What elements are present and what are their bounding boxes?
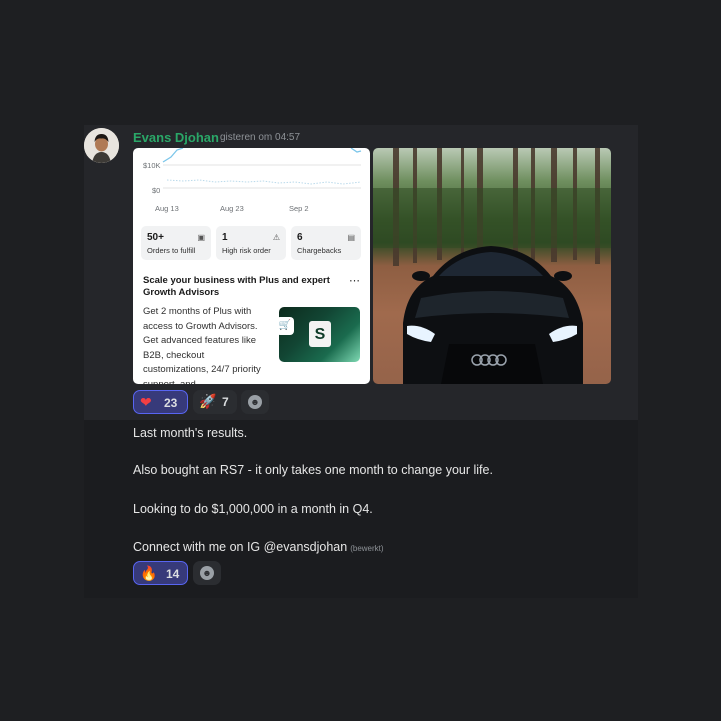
promo-body: Get 2 months of Plus with access to Grow… bbox=[143, 306, 261, 384]
cart-icon: 🛒 bbox=[276, 317, 294, 335]
calendar-icon: ▤ bbox=[347, 233, 355, 242]
comparison-line bbox=[166, 179, 362, 185]
reaction-fire[interactable]: 🔥 14 bbox=[133, 561, 188, 585]
add-reaction-button[interactable]: ☻ bbox=[193, 561, 221, 585]
stat-label: High risk order bbox=[222, 246, 271, 255]
add-reaction-button[interactable]: ☻ bbox=[241, 390, 269, 414]
shopify-bag-icon: S bbox=[309, 321, 331, 347]
x-tick-label: Aug 23 bbox=[220, 204, 244, 213]
edited-label: (bewerkt) bbox=[350, 544, 384, 553]
reaction-rocket[interactable]: 🚀 7 bbox=[193, 390, 237, 414]
stat-value: 6 bbox=[297, 232, 303, 243]
heart-icon: ❤ bbox=[140, 394, 152, 410]
reaction-count: 23 bbox=[164, 396, 178, 410]
sales-line-chart bbox=[162, 148, 362, 189]
reaction-count: 14 bbox=[166, 567, 180, 581]
smiley-icon: ☻ bbox=[200, 566, 214, 580]
message-line: Looking to do $1,000,000 in a month in Q… bbox=[133, 502, 373, 516]
message-timestamp: gisteren om 04:57 bbox=[220, 132, 301, 143]
stat-value: 50+ bbox=[147, 232, 164, 243]
smiley-icon: ☻ bbox=[248, 395, 262, 409]
sales-line-right bbox=[350, 148, 362, 153]
x-tick-label: Sep 2 bbox=[289, 204, 309, 213]
car-photo-illustration bbox=[373, 148, 611, 384]
reaction-count: 7 bbox=[222, 395, 229, 409]
message-line: Also bought an RS7 - it only takes one m… bbox=[133, 463, 493, 477]
stat-high-risk-order[interactable]: 1 High risk order ⚠ bbox=[216, 226, 286, 260]
shopify-promo-image: 🛒 S bbox=[276, 307, 360, 362]
author-name[interactable]: Evans Djohan bbox=[133, 130, 219, 145]
more-options-icon[interactable]: ⋯ bbox=[349, 274, 360, 287]
stat-label: Orders to fulfill bbox=[147, 246, 196, 255]
y-tick-label: $0 bbox=[152, 186, 161, 195]
stat-orders-to-fulfill[interactable]: 50+ Orders to fulfill ▣ bbox=[141, 226, 211, 260]
warning-icon: ⚠ bbox=[272, 233, 280, 242]
stat-chargebacks[interactable]: 6 Chargebacks ▤ bbox=[291, 226, 361, 260]
message-line-with-edit: Connect with me on IG @evansdjohan (bewer… bbox=[133, 540, 384, 554]
dashboard-screenshot[interactable]: $10K $0 Aug 13 Aug 23 Sep 2 50+ Orders t… bbox=[133, 148, 370, 384]
x-tick-label: Aug 13 bbox=[155, 204, 179, 213]
promo-title: Scale your business with Plus and expert… bbox=[143, 275, 330, 298]
car-photo[interactable] bbox=[373, 148, 611, 384]
stat-value: 1 bbox=[222, 232, 228, 243]
rocket-icon: 🚀 bbox=[199, 393, 217, 409]
avatar[interactable] bbox=[84, 128, 119, 163]
sales-line bbox=[162, 148, 184, 163]
reaction-heart[interactable]: ❤ 23 bbox=[133, 390, 188, 414]
y-tick-label: $10K bbox=[143, 161, 161, 170]
inbox-icon: ▣ bbox=[197, 233, 205, 242]
message-line: Connect with me on IG @evansdjohan bbox=[133, 540, 348, 554]
fire-icon: 🔥 bbox=[140, 565, 158, 581]
message-line: Last month's results. bbox=[133, 426, 248, 440]
stat-label: Chargebacks bbox=[297, 246, 342, 255]
